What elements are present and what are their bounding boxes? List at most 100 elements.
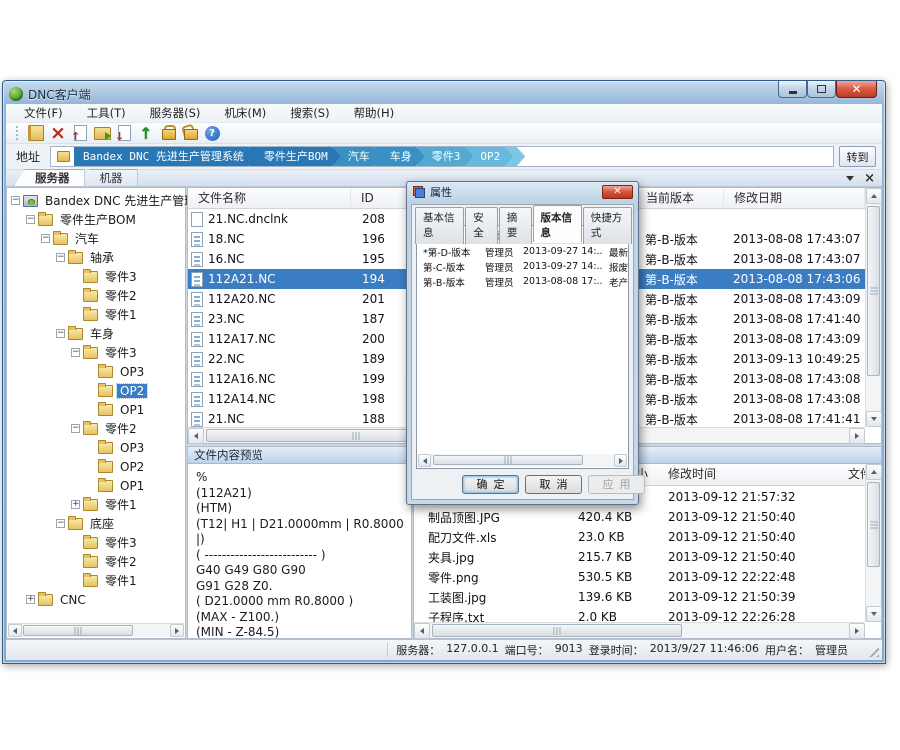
maximize-button[interactable] (807, 81, 836, 98)
scroll-left-icon[interactable] (414, 623, 430, 639)
file-list-vertical-scrollbar[interactable] (865, 188, 881, 427)
column-header-id[interactable]: ID (351, 188, 408, 208)
apply-button[interactable]: 应用 (588, 475, 645, 494)
menu-item[interactable]: 工具(T) (75, 103, 138, 123)
tree-item[interactable]: 零件1 (7, 571, 185, 590)
tree-expander-icon[interactable] (71, 500, 80, 509)
checkin-icon[interactable] (71, 124, 89, 142)
file-list-scroll-thumb[interactable] (867, 206, 880, 376)
scroll-left-icon[interactable] (8, 624, 22, 637)
scroll-up-icon[interactable] (866, 464, 882, 480)
tree-expander-icon[interactable] (56, 329, 65, 338)
scroll-right-icon[interactable] (849, 428, 865, 444)
tree-item[interactable]: 汽车 (7, 229, 185, 248)
menu-item[interactable]: 搜索(S) (278, 103, 341, 123)
tree-expander-icon[interactable] (26, 215, 35, 224)
tree-item[interactable]: 零件3 (7, 267, 185, 286)
open-folder-icon[interactable] (93, 124, 111, 142)
ok-button[interactable]: 确定 (462, 475, 519, 494)
tree-item[interactable]: 零件3 (7, 533, 185, 552)
scroll-up-icon[interactable] (866, 188, 882, 204)
dialog-tab[interactable]: 摘要 (499, 207, 532, 244)
tree-item[interactable]: OP1 (7, 476, 185, 495)
tree-item[interactable]: 零件1 (7, 495, 185, 514)
attachments-vertical-scrollbar[interactable] (865, 464, 881, 622)
attachment-row[interactable]: 零件.png 530.5 KB 2013-09-12 22:22:48 (414, 567, 865, 587)
dialog-tab[interactable]: 快捷方式 (583, 207, 632, 244)
version-row[interactable]: *第-D-版本 管理员 2013-09-27 14:... 最新 (417, 244, 628, 259)
menu-item[interactable]: 服务器(S) (138, 103, 213, 123)
tree-item[interactable]: OP3 (7, 362, 185, 381)
scroll-right-icon[interactable] (849, 623, 865, 639)
dialog-scroll-thumb[interactable] (433, 455, 583, 465)
help-icon[interactable] (203, 124, 221, 142)
checkout-icon[interactable] (115, 124, 133, 142)
tree-item[interactable]: 零件2 (7, 419, 185, 438)
resize-grip-icon[interactable] (867, 645, 879, 657)
attachment-row[interactable]: 制品顶图.JPG 420.4 KB 2013-09-12 21:50:40 (414, 507, 865, 527)
version-row[interactable]: 第-B-版本 管理员 2013-08-08 17:... 老产品程序 (417, 274, 628, 289)
attachment-row[interactable]: 配刀文件.xls 23.0 KB 2013-09-12 21:50:40 (414, 527, 865, 547)
scroll-right-icon[interactable] (614, 454, 627, 467)
tree-item[interactable]: OP3 (7, 438, 185, 457)
tree-expander-icon[interactable] (56, 519, 65, 528)
tree-expander-icon[interactable] (26, 595, 35, 604)
pane-dropdown-icon[interactable] (846, 176, 854, 181)
version-row[interactable]: 第-C-版本 管理员 2013-09-27 14:... 报废 (417, 259, 628, 274)
tree-expander-icon[interactable] (11, 196, 20, 205)
column-header-version[interactable]: 当前版本 (636, 188, 724, 208)
tree-item[interactable]: 车身 (7, 324, 185, 343)
toolbar-grip[interactable] (16, 126, 19, 140)
dialog-tab[interactable]: 基本信息 (415, 207, 464, 244)
tree-scroll-thumb[interactable] (23, 625, 133, 636)
dialog-tab[interactable]: 安全 (465, 207, 498, 244)
tree-item[interactable]: 零件生产BOM (7, 210, 185, 229)
tree-expander-icon[interactable] (71, 424, 80, 433)
lock-icon[interactable] (159, 124, 177, 142)
tree-item[interactable]: 零件2 (7, 552, 185, 571)
menu-item[interactable]: 机床(M) (212, 103, 278, 123)
cancel-button[interactable]: 取消 (525, 475, 582, 494)
minimize-button[interactable] (778, 81, 807, 98)
column-header-name[interactable]: 文件名称 (188, 188, 351, 208)
delete-icon[interactable] (49, 124, 67, 142)
tree-item[interactable]: OP1 (7, 400, 185, 419)
tree-item[interactable]: OP2 (7, 381, 185, 400)
tree-item[interactable]: OP2 (7, 457, 185, 476)
dialog-close-button[interactable]: ✕ (602, 185, 633, 199)
upload-icon[interactable] (137, 124, 155, 142)
menu-item[interactable]: 文件(F) (12, 103, 75, 123)
tree-expander-icon[interactable] (41, 234, 50, 243)
tree-item[interactable]: 底座 (7, 514, 185, 533)
breadcrumb-segment[interactable]: Bandex DNC 先进生产管理系统 (74, 147, 257, 167)
attachment-row[interactable]: 子程序.txt 2.0 KB 2013-09-12 22:26:28 (414, 607, 865, 622)
tree-item[interactable]: CNC (7, 590, 185, 609)
scroll-right-icon[interactable] (170, 624, 184, 637)
tree-horizontal-scrollbar[interactable] (8, 623, 184, 637)
attachment-row[interactable]: 夹具.jpg 215.7 KB 2013-09-12 21:50:40 (414, 547, 865, 567)
new-document-icon[interactable] (27, 124, 45, 142)
dialog-tab[interactable]: 版本信息 (533, 205, 582, 242)
breadcrumb-segment[interactable]: 零件3 (417, 147, 474, 167)
attachment-row[interactable]: 工装图.jpg 139.6 KB 2013-09-12 21:50:39 (414, 587, 865, 607)
scroll-down-icon[interactable] (866, 606, 882, 622)
column-header-time[interactable]: 修改时间 (654, 464, 844, 485)
tree-expander-icon[interactable] (71, 348, 80, 357)
unlock-icon[interactable] (181, 124, 199, 142)
attachments-scroll-thumb[interactable] (867, 482, 880, 567)
tree-expander-icon[interactable] (56, 253, 65, 262)
column-header-file[interactable]: 文件(& (844, 464, 865, 485)
attachments-horizontal-scrollbar[interactable] (414, 622, 865, 638)
title-bar[interactable]: DNC客户端 (9, 84, 91, 104)
scroll-down-icon[interactable] (866, 411, 882, 427)
dialog-horizontal-scrollbar[interactable] (418, 454, 627, 467)
scroll-left-icon[interactable] (188, 428, 204, 444)
close-button[interactable]: ✕ (836, 81, 877, 98)
go-button[interactable]: 转到 (839, 146, 876, 167)
tree-item[interactable]: 零件3 (7, 343, 185, 362)
attachments-hscroll-thumb[interactable] (432, 624, 682, 637)
tree-item[interactable]: 零件1 (7, 305, 185, 324)
tree-item[interactable]: Bandex DNC 先进生产管理系统 (7, 191, 185, 210)
column-header-date[interactable]: 修改日期 (724, 188, 865, 208)
scroll-left-icon[interactable] (418, 454, 431, 467)
